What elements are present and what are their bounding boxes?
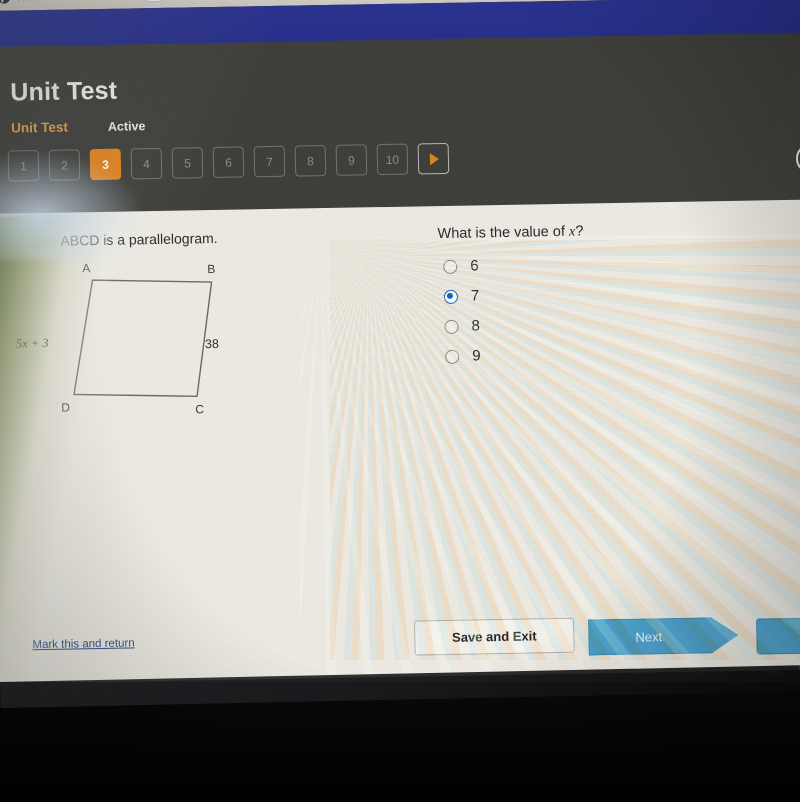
breadcrumb-unit-test[interactable]: Unit Test [11,120,68,136]
clock-icon [795,143,800,174]
answer-choice-4[interactable]: 9 [445,347,481,365]
time-remaining-label: Ti [795,124,800,139]
pager-item-5[interactable]: 5 [171,147,204,179]
radio-button-selected-icon[interactable] [443,289,459,304]
parallelogram-figure: A B C D 5x + 3 38 [16,261,219,416]
pager-item-3-current[interactable]: 3 [89,148,122,181]
pager-item-1[interactable]: 1 [7,150,40,182]
vertex-label-a: A [82,261,90,275]
status-badge: Active [107,119,146,134]
vertex-label-d: D [61,401,70,415]
answer-choice-3-label: 8 [471,317,481,335]
test-app-header: Unit Test Unit Test Active 1 2 3 4 5 6 7… [0,32,800,214]
breadcrumb: Unit Test Active [11,118,146,135]
pager-item-6[interactable]: 6 [212,146,245,178]
pager-next-button[interactable] [417,142,450,175]
page-title: Unit Test [10,76,118,107]
pager-item-10[interactable]: 10 [376,143,409,176]
typing-t-icon: t [146,0,162,3]
question-stem-text: ABCD is a parallelogram. [60,229,218,249]
answer-choice-1[interactable]: 6 [443,257,479,275]
question-content-panel: Figure ABCD is a parallelogram. A B C D … [0,199,800,684]
answer-choice-3[interactable]: 8 [444,317,480,335]
pager-item-8[interactable]: 8 [294,145,327,177]
play-triangle-icon [429,152,440,165]
globe-icon [0,0,10,4]
pager-item-9[interactable]: 9 [335,144,368,176]
question-footer: Mark this and return Save and Exit Next … [0,607,800,684]
question-prompt: What is the value of x? [437,224,583,244]
vertex-label-b: B [207,262,215,276]
mark-this-and-return-link[interactable]: Mark this and return [32,637,135,651]
question-stem-prefix: Figure [17,232,58,250]
question-stem: Figure ABCD is a parallelogram. [17,230,217,249]
browser-tab-1-label: NWEA Test Session... [17,0,131,3]
parallelogram-shape [73,279,213,398]
answer-choice-2-selected[interactable]: 7 [443,287,480,305]
vertex-label-c: C [195,402,204,416]
question-prompt-after: ? [575,223,584,240]
pager-item-2[interactable]: 2 [48,149,81,181]
answer-choice-1-label: 6 [470,257,479,275]
photo-of-laptop-screen: NWEA Test Session... t Typing Lessons | … [0,0,800,802]
next-button[interactable]: Next [588,617,739,656]
pager-item-7[interactable]: 7 [253,145,286,178]
browser-tab-1[interactable]: NWEA Test Session... [0,0,131,4]
pager-item-4[interactable]: 4 [130,147,163,180]
radio-button-icon[interactable] [443,259,458,274]
answer-choice-2-label: 7 [470,287,480,305]
side-label-left: 5x + 3 [16,336,49,351]
answer-choices: 6 7 8 9 [443,257,481,365]
answer-choice-4-label: 9 [472,347,481,365]
browser-tab-2[interactable]: t Typing Lessons | S... [146,0,277,3]
time-remaining: Ti [795,124,800,174]
browser-window: NWEA Test Session... t Typing Lessons | … [0,0,800,726]
question-pager: 1 2 3 4 5 6 7 8 9 10 [7,142,450,182]
save-and-exit-button[interactable]: Save and Exit [413,617,575,656]
side-label-right: 38 [205,337,219,351]
question-prompt-before: What is the value of [437,223,570,243]
radio-button-icon[interactable] [444,319,459,334]
submit-button[interactable]: Subm [756,616,800,655]
radio-button-icon[interactable] [445,349,460,364]
